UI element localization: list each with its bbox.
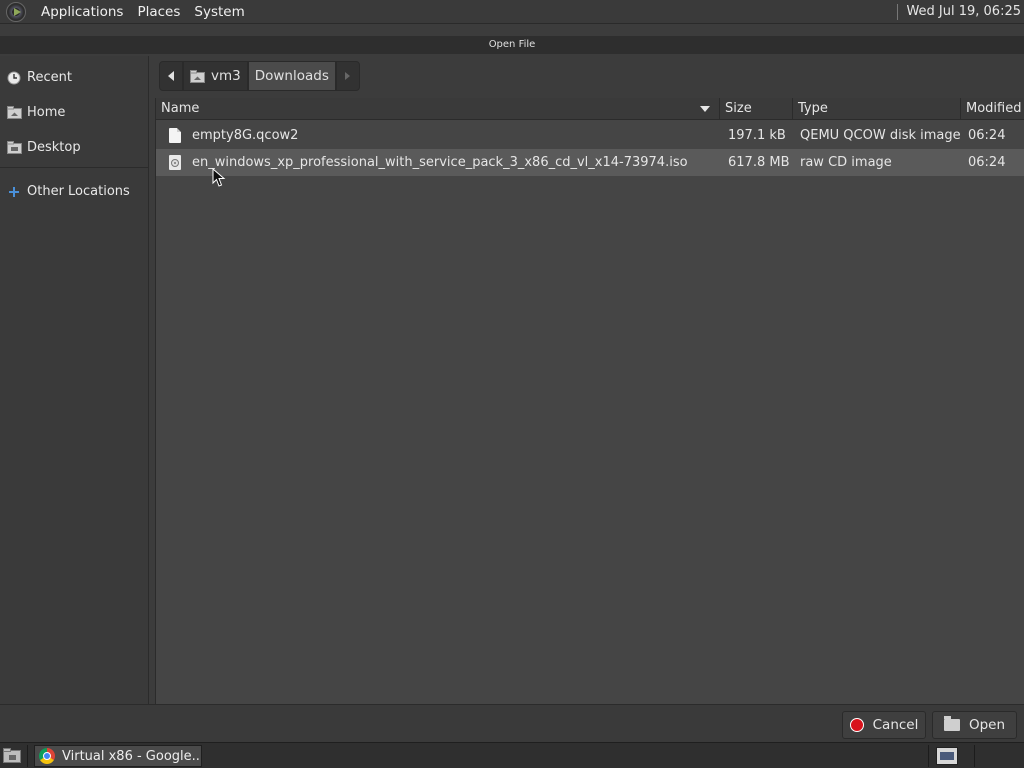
clock-separator <box>897 3 899 20</box>
file-type: QEMU QCOW disk image <box>800 128 961 143</box>
path-bar: vm3 Downloads <box>159 61 360 91</box>
home-folder-icon <box>190 69 205 83</box>
taskbar: Virtual x86 - Google... <box>0 742 1024 768</box>
file-type: raw CD image <box>800 155 892 170</box>
cancel-button-label: Cancel <box>872 717 919 733</box>
file-icon <box>156 128 192 143</box>
menu-logo-icon[interactable] <box>6 1 26 22</box>
home-icon <box>6 106 22 120</box>
mouse-cursor-icon <box>212 168 226 187</box>
column-header-type[interactable]: Type <box>793 98 961 120</box>
open-button[interactable]: Open <box>932 711 1017 739</box>
path-segment-vm3[interactable]: vm3 <box>183 61 248 91</box>
sidebar-item-label: Other Locations <box>27 184 130 199</box>
column-header-size[interactable]: Size <box>720 98 793 120</box>
column-header-label: Modified <box>966 101 1022 116</box>
chevron-left-icon <box>168 71 174 81</box>
dialog-titlebar[interactable]: Open File <box>0 36 1024 54</box>
taskbar-separator <box>974 745 975 767</box>
file-size: 617.8 MB <box>728 155 790 170</box>
taskbar-separator <box>928 745 929 767</box>
show-desktop-icon[interactable] <box>3 747 21 763</box>
chevron-right-icon <box>345 72 351 80</box>
taskbar-separator <box>27 745 28 767</box>
sidebar-item-label: Desktop <box>27 140 81 155</box>
path-segment-label: Downloads <box>254 68 329 84</box>
folder-open-icon <box>943 716 960 731</box>
file-list[interactable]: Name Size Type Modified empty8G.qcow2 19… <box>155 98 1024 704</box>
sidebar-item-label: Home <box>27 105 66 120</box>
column-header-label: Size <box>725 101 752 116</box>
sidebar-item-home[interactable]: Home <box>0 95 148 130</box>
path-segment-label: vm3 <box>211 68 241 84</box>
dialog-action-bar: Cancel Open <box>0 704 1024 742</box>
file-name: empty8G.qcow2 <box>192 128 299 143</box>
path-segment-downloads[interactable]: Downloads <box>247 61 336 91</box>
sidebar-item-recent[interactable]: Recent <box>0 60 148 95</box>
menu-applications[interactable]: Applications <box>34 0 130 24</box>
file-row[interactable]: en_windows_xp_professional_with_service_… <box>156 149 1024 176</box>
disc-image-icon <box>156 155 192 170</box>
open-button-label: Open <box>968 717 1006 733</box>
cancel-button[interactable]: Cancel <box>842 711 926 739</box>
clock[interactable]: Wed Jul 19, 06:25 <box>897 3 1021 20</box>
file-modified: 06:24 <box>968 128 1006 143</box>
path-forward-button[interactable] <box>335 61 360 91</box>
taskbar-task-chrome[interactable]: Virtual x86 - Google... <box>34 745 202 767</box>
cancel-icon <box>849 718 864 732</box>
sidebar-item-other-locations[interactable]: Other Locations <box>0 174 148 209</box>
taskbar-task-label: Virtual x86 - Google... <box>62 748 202 764</box>
column-header-label: Name <box>161 101 200 116</box>
top-panel: Applications Places System Wed Jul 19, 0… <box>0 0 1024 24</box>
column-header-label: Type <box>798 101 828 116</box>
sidebar-item-label: Recent <box>27 70 72 85</box>
path-back-button[interactable] <box>159 61 183 91</box>
dialog-title: Open File <box>488 39 536 50</box>
file-name: en_windows_xp_professional_with_service_… <box>192 155 688 170</box>
sidebar-separator <box>0 167 148 168</box>
plus-icon <box>6 185 22 199</box>
clock-text: Wed Jul 19, 06:25 <box>906 4 1021 19</box>
sort-descending-icon <box>700 106 710 112</box>
file-row[interactable]: empty8G.qcow2 197.1 kB QEMU QCOW disk im… <box>156 122 1024 149</box>
chrome-icon <box>39 748 55 764</box>
menu-places[interactable]: Places <box>130 0 187 24</box>
column-header-modified[interactable]: Modified <box>961 98 1024 120</box>
column-header-name[interactable]: Name <box>156 98 720 120</box>
sidebar-item-desktop[interactable]: Desktop <box>0 130 148 165</box>
file-list-header: Name Size Type Modified <box>156 98 1024 120</box>
recent-icon <box>6 71 22 85</box>
menu-system[interactable]: System <box>187 0 251 24</box>
places-sidebar: Recent Home Desktop Other Locations <box>0 56 149 704</box>
workspace-switcher-icon[interactable] <box>936 747 958 765</box>
desktop-icon <box>6 141 22 155</box>
file-size: 197.1 kB <box>728 128 786 143</box>
file-modified: 06:24 <box>968 155 1006 170</box>
